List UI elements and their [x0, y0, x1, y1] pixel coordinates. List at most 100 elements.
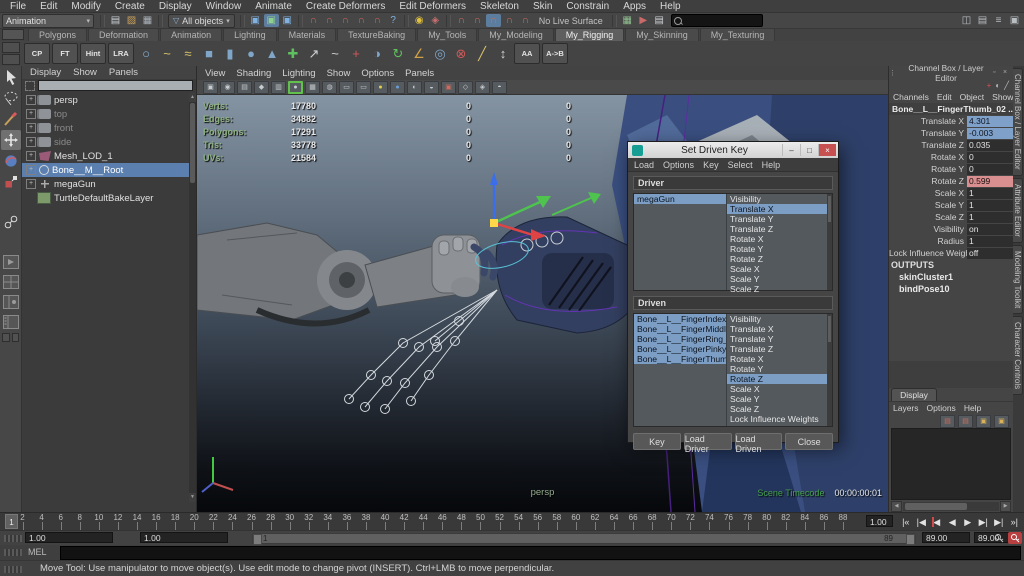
a-to-b-button[interactable]: A->B — [542, 43, 568, 64]
load-driven-button[interactable]: Load Driven — [735, 433, 783, 450]
step-forward-key-button[interactable]: ▶| — [976, 513, 992, 531]
wireframe-mode-icon[interactable]: ▦ — [305, 81, 320, 94]
channel-value-field[interactable]: 0.599 — [967, 176, 1013, 187]
outliner-filter-toggle[interactable] — [25, 81, 35, 91]
go-to-start-button[interactable]: |« — [898, 513, 914, 531]
driver-attr-scale-x[interactable]: Scale X — [727, 264, 827, 274]
edit-layer-icon[interactable]: ▤ — [958, 415, 973, 428]
driver-attr-translate-y[interactable]: Translate Y — [727, 214, 827, 224]
scale-tool[interactable] — [1, 172, 21, 192]
driven-object-bone-l-fingerring-01[interactable]: Bone__L__FingerRing_01 — [634, 334, 726, 344]
channel-box-menu-show[interactable]: Show — [992, 92, 1013, 102]
select-tool[interactable] — [1, 67, 21, 87]
outliner-item-mesh-lod-1[interactable]: +Mesh_LOD_1 — [22, 149, 189, 163]
sidebar-attribute-editor-icon[interactable]: ◫ — [959, 14, 974, 27]
menu-modify[interactable]: Modify — [64, 0, 107, 13]
channel-value-field[interactable]: 4.301 — [967, 116, 1013, 127]
maximize-button[interactable]: □ — [800, 144, 818, 156]
poly-cone-icon[interactable]: ▲ — [262, 44, 282, 64]
lock-selection-icon[interactable]: ◉ — [412, 14, 427, 27]
channel-value-field[interactable]: 1 — [967, 236, 1013, 247]
edit-expression-icon[interactable]: ╱ — [1004, 81, 1009, 90]
create-empty-layer-icon[interactable]: ▣ — [976, 415, 991, 428]
set-preferred-angle-icon[interactable]: ∠ — [409, 44, 429, 64]
all-lights-icon[interactable]: ● — [390, 81, 405, 94]
range-slider-bar[interactable]: 1 89 — [252, 533, 916, 544]
shelf-tab-texturebaking[interactable]: TextureBaking — [337, 28, 416, 41]
menu-constrain[interactable]: Constrain — [559, 0, 616, 13]
load-driver-button[interactable]: Load Driver — [684, 433, 732, 450]
close-button[interactable]: × — [818, 144, 836, 156]
wireframe-on-shaded-icon[interactable]: ∩ — [518, 14, 533, 27]
scroll-up-arrow[interactable]: ▲ — [189, 93, 196, 102]
outliner-item-top[interactable]: +top — [22, 107, 189, 121]
scroll-down-arrow[interactable]: ▼ — [189, 493, 196, 502]
scroll-right-arrow[interactable]: ▶ — [1000, 501, 1011, 512]
layer-list-scrollbar[interactable]: ◀ ▶ — [891, 501, 1011, 511]
menu-file[interactable]: File — [3, 0, 33, 13]
construction-history-icon[interactable]: ∩ — [486, 14, 501, 27]
channel-value-field[interactable]: 1 — [967, 200, 1013, 211]
speed-state-icon[interactable]: ◐ — [995, 81, 1000, 90]
outliner-item-persp[interactable]: +persp — [22, 93, 189, 107]
menu-help[interactable]: Help — [653, 0, 688, 13]
mirror-joint-icon[interactable]: ◑ — [367, 44, 387, 64]
snap-to-point-icon[interactable]: ∩ — [338, 14, 353, 27]
driven-attr-lock-influence-weights[interactable]: Lock Influence Weights — [727, 414, 827, 424]
sidebar-tab-channel-box-layer-editor[interactable]: Channel Box / Layer Editor — [1013, 68, 1023, 176]
expand-icon[interactable]: + — [26, 165, 36, 175]
driver-attr-rotate-y[interactable]: Rotate Y — [727, 244, 827, 254]
outliner-scrollbar[interactable]: ▲ ▼ — [189, 93, 196, 502]
driver-attr-visibility[interactable]: Visibility — [727, 194, 827, 204]
tab-display-layers[interactable]: Display — [891, 388, 937, 401]
driven-attr-rotate-x[interactable]: Rotate X — [727, 354, 827, 364]
sidebar-tool-settings-icon[interactable]: ▤ — [975, 14, 990, 27]
expand-icon[interactable]: + — [26, 137, 36, 147]
shelf-tab-my-skinning[interactable]: My_Skinning — [625, 28, 699, 41]
close-panel-icon[interactable]: × — [1003, 69, 1013, 76]
sdk-menu-options[interactable]: Options — [663, 160, 694, 170]
playback-start-field[interactable]: 1.00 — [140, 532, 228, 543]
orient-joint-icon[interactable]: ↻ — [388, 44, 408, 64]
viewport-menu-shading[interactable]: Shading — [236, 68, 271, 79]
ipr-render-icon[interactable]: ▶ — [636, 14, 651, 27]
driven-object-bone-l-fingerthumb-02[interactable]: Bone__L__FingerThumb_02 — [634, 354, 726, 364]
viewport-menu-lighting[interactable]: Lighting — [282, 68, 315, 79]
snap-to-grid-icon[interactable]: ∩ — [306, 14, 321, 27]
shelf-tab-polygons[interactable]: Polygons — [28, 28, 87, 41]
driven-attr-scale-y[interactable]: Scale Y — [727, 394, 827, 404]
shelf-tab-lighting[interactable]: Lighting — [223, 28, 277, 41]
shelf-tab-materials[interactable]: Materials — [278, 28, 337, 41]
toggle-layer-visibility-icon[interactable]: ▤ — [940, 415, 955, 428]
make-live-icon[interactable]: ∩ — [370, 14, 385, 27]
auto-keyframe-toggle[interactable] — [1008, 532, 1022, 544]
textured-mode-icon[interactable]: ● — [288, 81, 303, 94]
outliner-item-turtledefaultbakelayer[interactable]: TurtleDefaultBakeLayer — [22, 191, 189, 205]
bind-skin-icon[interactable]: ◎ — [430, 44, 450, 64]
driven-attr-scale-z[interactable]: Scale Z — [727, 404, 827, 414]
driven-attr-rotate-y[interactable]: Rotate Y — [727, 364, 827, 374]
minimize-button[interactable]: – — [782, 144, 800, 156]
float-panel-icon[interactable]: ▫ — [993, 69, 1003, 76]
shelf-menu-button[interactable] — [2, 29, 24, 40]
cp-button[interactable]: CP — [24, 43, 50, 64]
poly-cube-icon[interactable]: ■ — [199, 44, 219, 64]
channel-value-field[interactable]: off — [967, 248, 1013, 259]
nurbs-circle-icon[interactable]: ○ — [136, 44, 156, 64]
shelf-tab-my-tools[interactable]: My_Tools — [417, 28, 477, 41]
driven-attr-scale-x[interactable]: Scale X — [727, 384, 827, 394]
channel-value-field[interactable]: 0 — [967, 164, 1013, 175]
lock-camera-icon[interactable]: ◉ — [220, 81, 235, 94]
channel-box-menu-edit[interactable]: Edit — [937, 92, 952, 102]
outliner-item-side[interactable]: +side — [22, 135, 189, 149]
input-connections-icon[interactable]: ∩ — [454, 14, 469, 27]
step-back-frame-button[interactable]: |◀ — [914, 513, 930, 531]
sidebar-tab-character-controls[interactable]: Character Controls — [1013, 316, 1023, 395]
search-input[interactable] — [671, 14, 763, 27]
save-scene-icon[interactable]: ▦ — [140, 14, 155, 27]
paint-skin-weights-icon[interactable]: ╱ — [472, 44, 492, 64]
driver-attr-rotate-z[interactable]: Rotate Z — [727, 254, 827, 264]
detach-skin-icon[interactable]: ⊗ — [451, 44, 471, 64]
selection-mask-dropdown[interactable]: ▽ All objects ▾ — [168, 14, 235, 28]
go-to-end-button[interactable]: »| — [1007, 513, 1023, 531]
